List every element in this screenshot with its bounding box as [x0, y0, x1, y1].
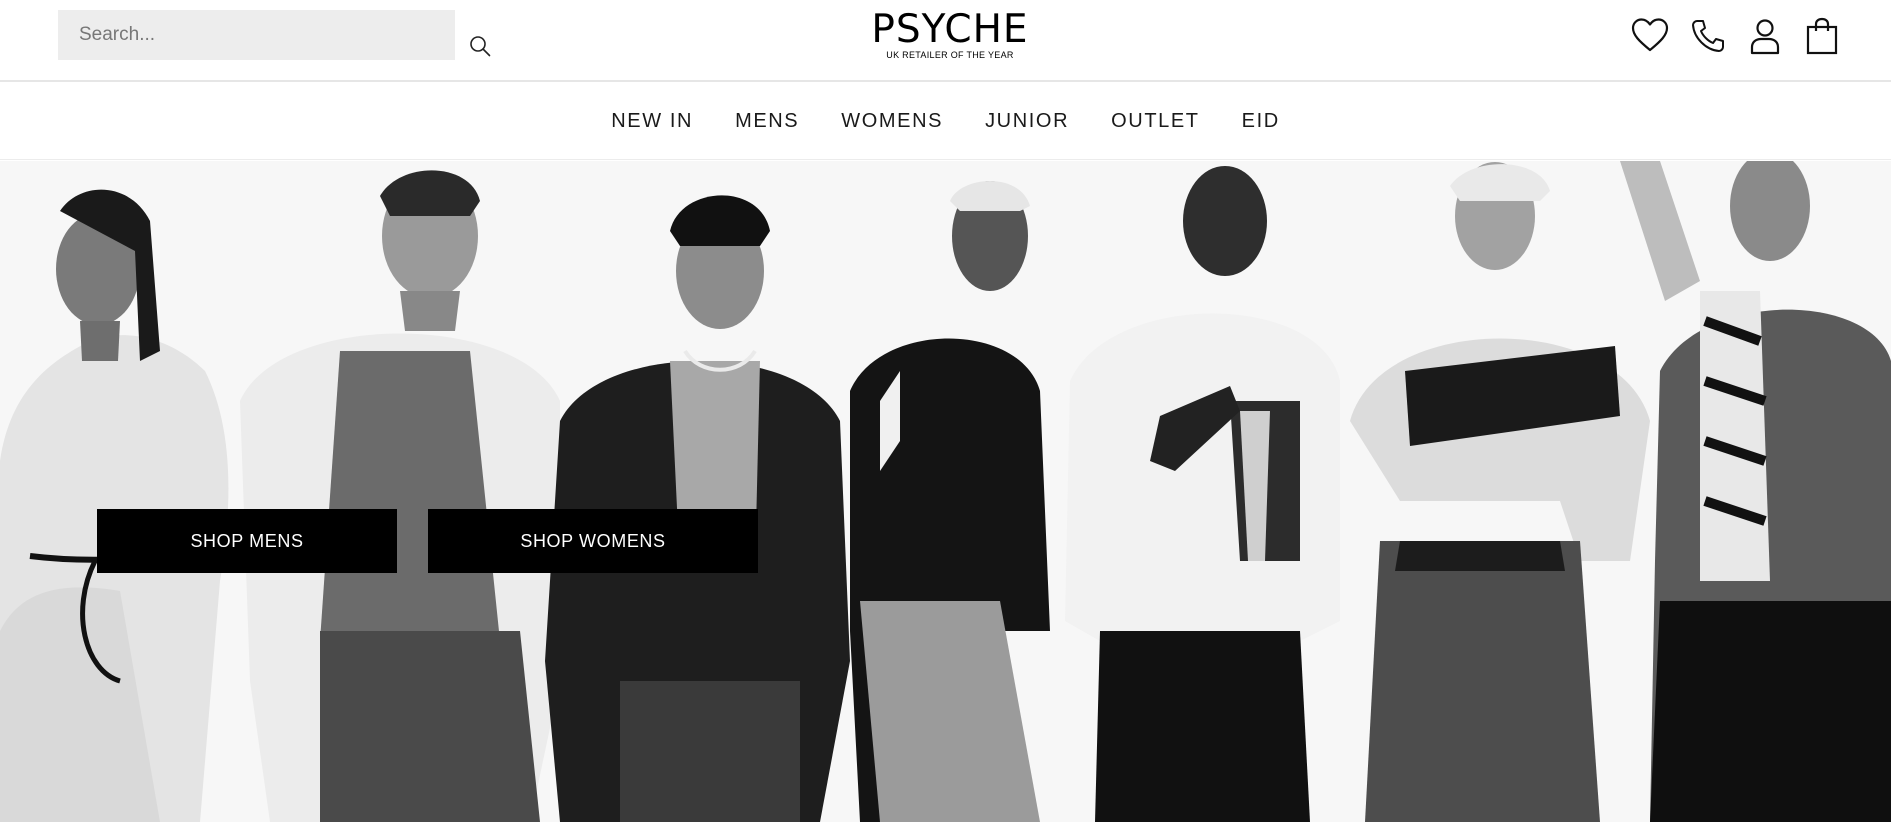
nav-item-junior[interactable]: JUNIOR: [983, 104, 1071, 139]
bag-icon[interactable]: [1802, 16, 1842, 56]
search-icon[interactable]: [469, 35, 491, 57]
site-logo[interactable]: PSYCHE UK RETAILER OF THE YEAR: [860, 10, 1040, 62]
nav-item-new-in[interactable]: NEW IN: [609, 104, 695, 139]
nav-item-mens[interactable]: MENS: [733, 104, 801, 139]
search-input[interactable]: [58, 10, 398, 60]
site-header: PSYCHE UK RETAILER OF THE YEAR: [0, 0, 1891, 82]
nav-item-eid[interactable]: EID: [1240, 104, 1282, 139]
user-icon[interactable]: [1745, 16, 1785, 56]
shop-womens-button[interactable]: SHOP WOMENS: [428, 509, 758, 573]
shop-mens-button[interactable]: SHOP MENS: [97, 509, 397, 573]
search-bar: [58, 10, 491, 60]
campaign-models-photo[interactable]: [0, 161, 1891, 822]
logo-tagline: UK RETAILER OF THE YEAR: [886, 50, 1014, 60]
nav-list: NEW IN MENS WOMENS JUNIOR OUTLET EID: [0, 82, 1891, 160]
heart-icon[interactable]: [1630, 16, 1670, 56]
nav-item-womens[interactable]: WOMENS: [839, 104, 945, 139]
hero-banner: SHOP MENS SHOP WOMENS: [0, 161, 1891, 822]
main-navigation: NEW IN MENS WOMENS JUNIOR OUTLET EID: [0, 82, 1891, 160]
phone-icon[interactable]: [1688, 16, 1728, 56]
logo-wordmark: PSYCHE: [871, 7, 1029, 52]
nav-item-outlet[interactable]: OUTLET: [1109, 104, 1202, 139]
